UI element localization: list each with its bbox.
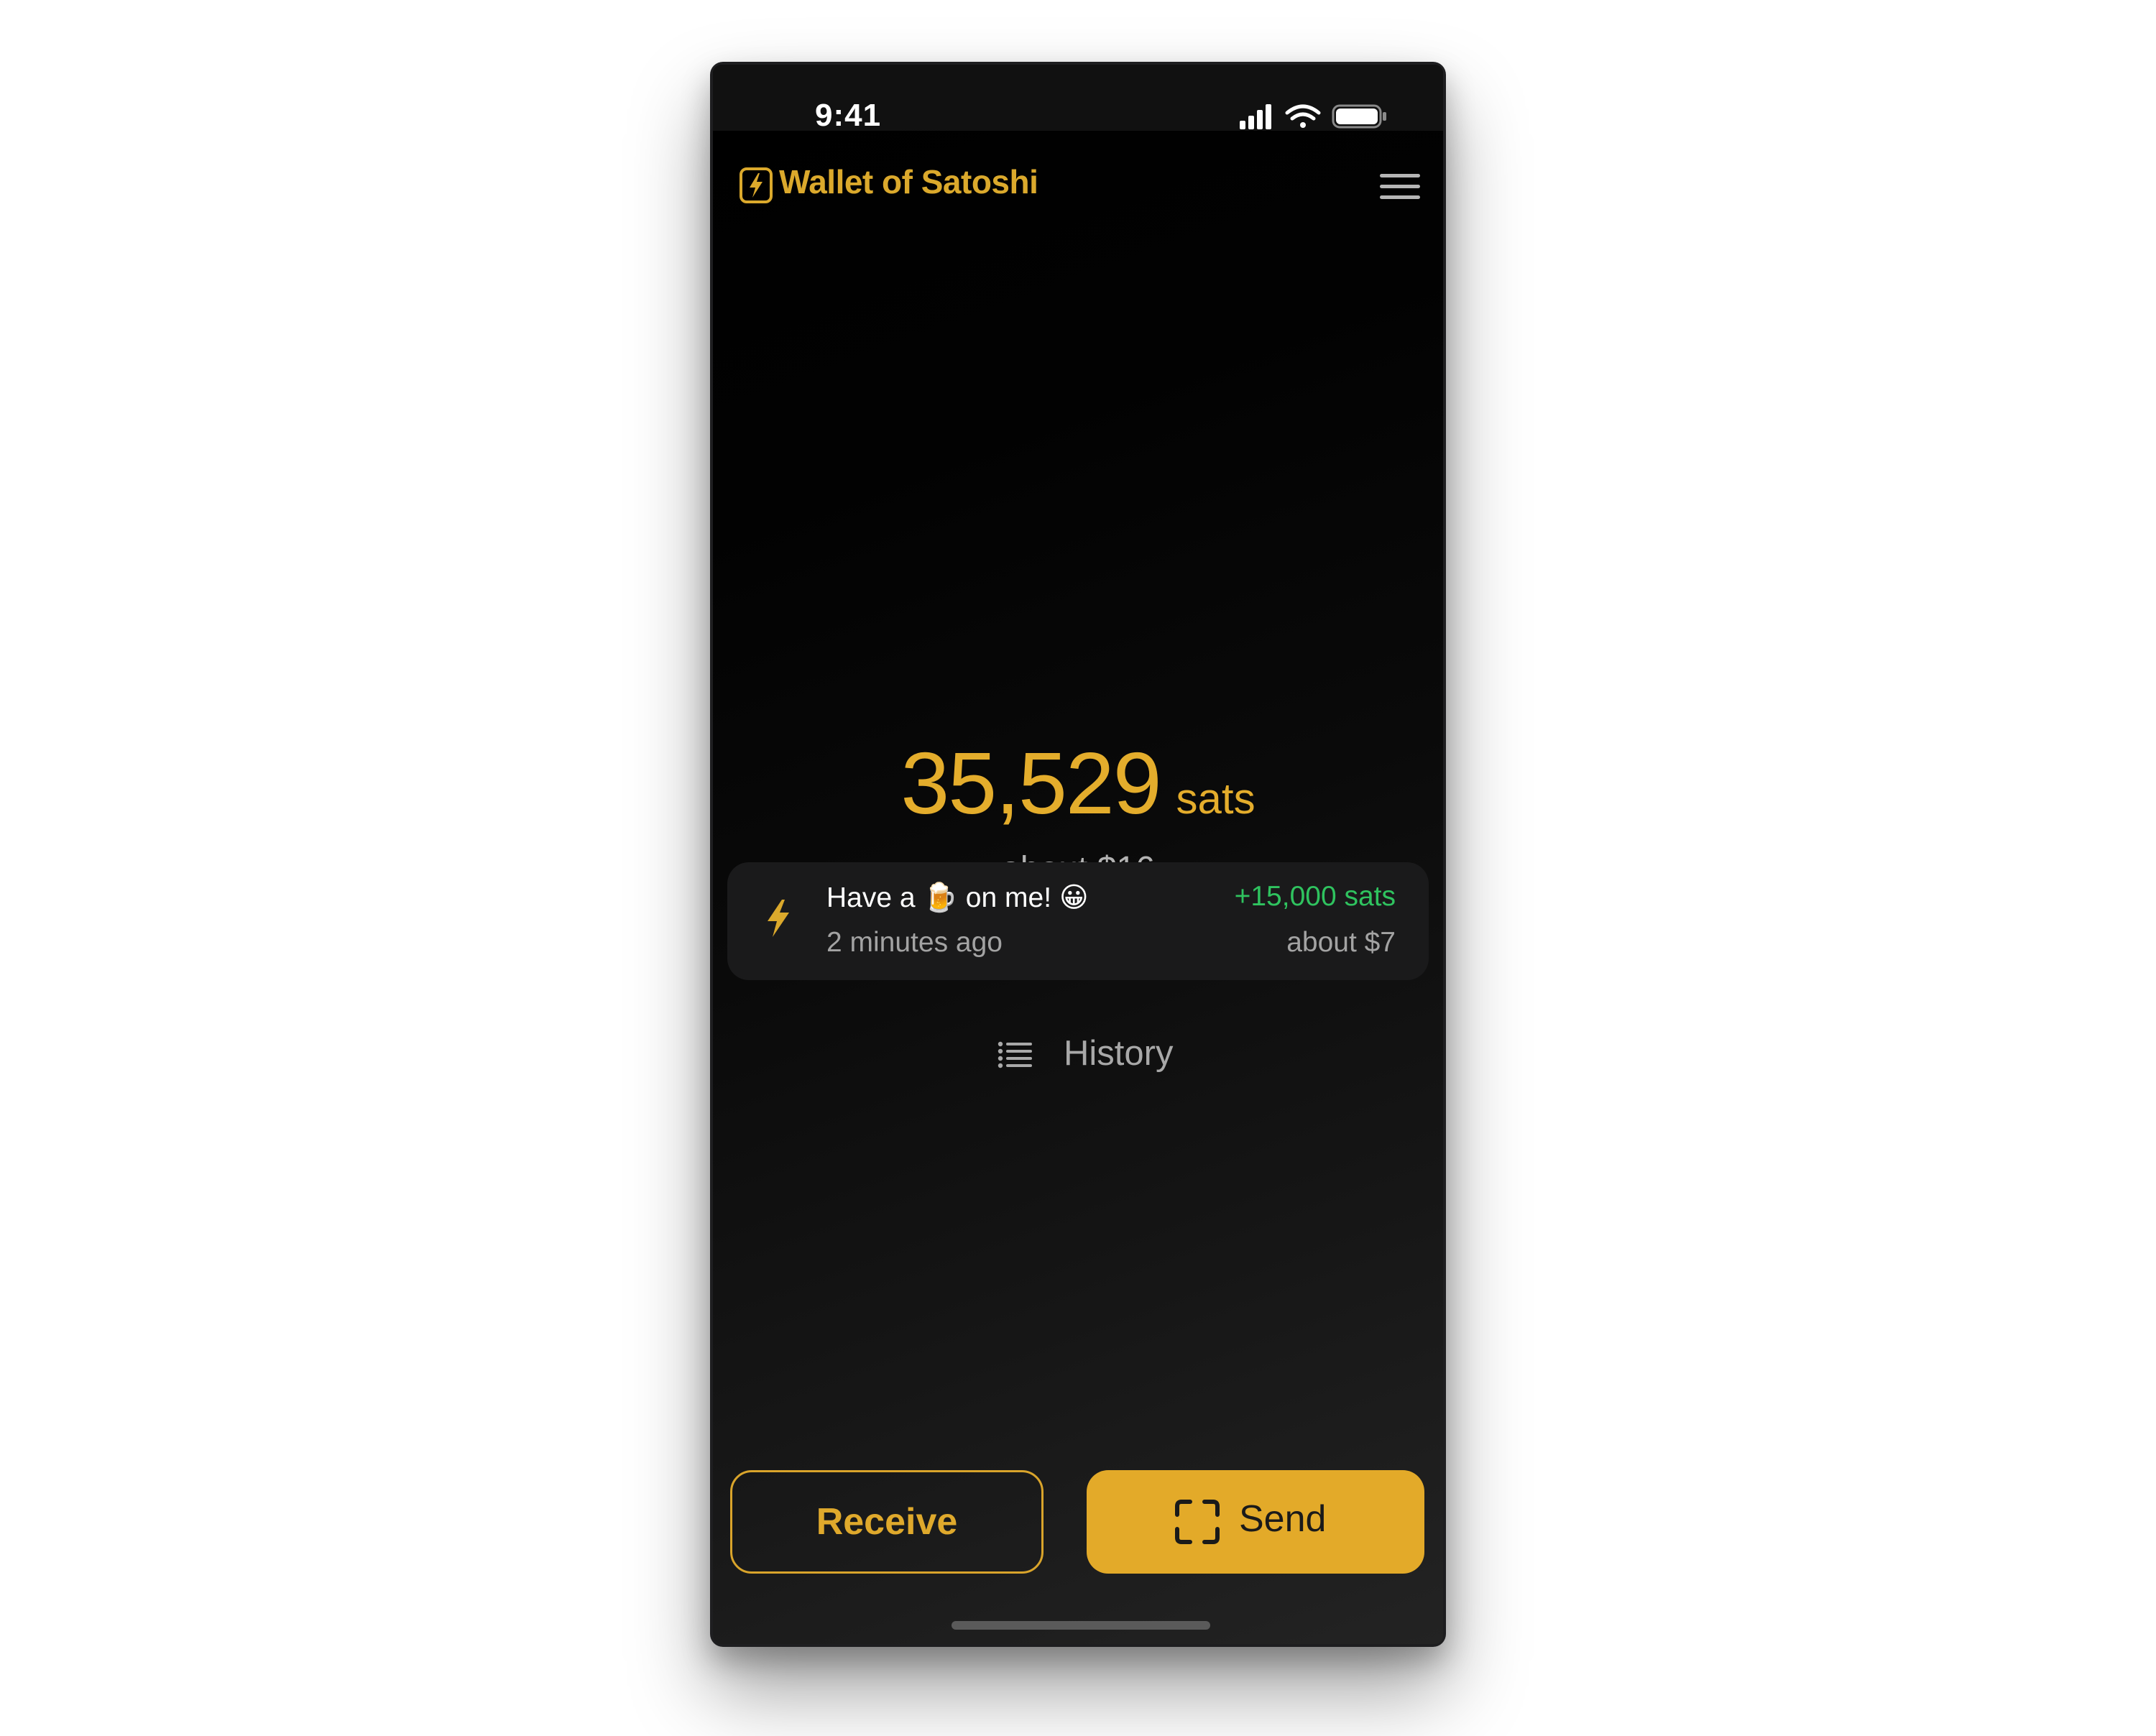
balance-unit: sats [1176, 775, 1256, 823]
status-icons [1240, 104, 1386, 129]
status-time: 9:41 [815, 98, 882, 133]
balance-amount: 35,529 [900, 734, 1161, 832]
cellular-signal-icon [1240, 104, 1271, 129]
app-title: Wallet of Satoshi [779, 163, 1038, 200]
status-bar: 9:41 [713, 65, 1443, 133]
history-button[interactable]: History [998, 1029, 1174, 1079]
phone-frame: 9:41 Wallet of Satoshi 35,529 sats Have … [710, 62, 1446, 1647]
lightning-bolt-icon [740, 167, 773, 203]
send-button[interactable]: Send [1087, 1470, 1424, 1574]
transaction-amount: +15,000 sats [1234, 881, 1396, 912]
hamburger-menu-icon[interactable] [1380, 172, 1420, 201]
mockup-stage: 9:41 Wallet of Satoshi 35,529 sats Have … [0, 0, 2156, 1736]
receive-button[interactable]: Receive [730, 1470, 1044, 1574]
transaction-time: 2 minutes ago [826, 927, 1003, 958]
scan-icon [1175, 1500, 1220, 1544]
transaction-memo: Have a 🍺 on me! 😀 [826, 882, 1089, 913]
history-label: History [1064, 1034, 1174, 1073]
send-label: Send [1239, 1498, 1327, 1540]
transaction-fiat: about $7 [1286, 927, 1396, 958]
lightning-bolt-icon [768, 900, 789, 937]
battery-icon [1332, 104, 1386, 129]
app-screen: 9:41 Wallet of Satoshi 35,529 sats Have … [713, 65, 1443, 1644]
balance[interactable]: 35,529 sats [713, 733, 1443, 834]
wifi-icon [1285, 104, 1321, 128]
list-icon [998, 1041, 1032, 1068]
home-indicator[interactable] [952, 1621, 1210, 1630]
transaction-card[interactable]: Have a 🍺 on me! 😀 2 minutes ago +15,000 … [727, 862, 1429, 980]
